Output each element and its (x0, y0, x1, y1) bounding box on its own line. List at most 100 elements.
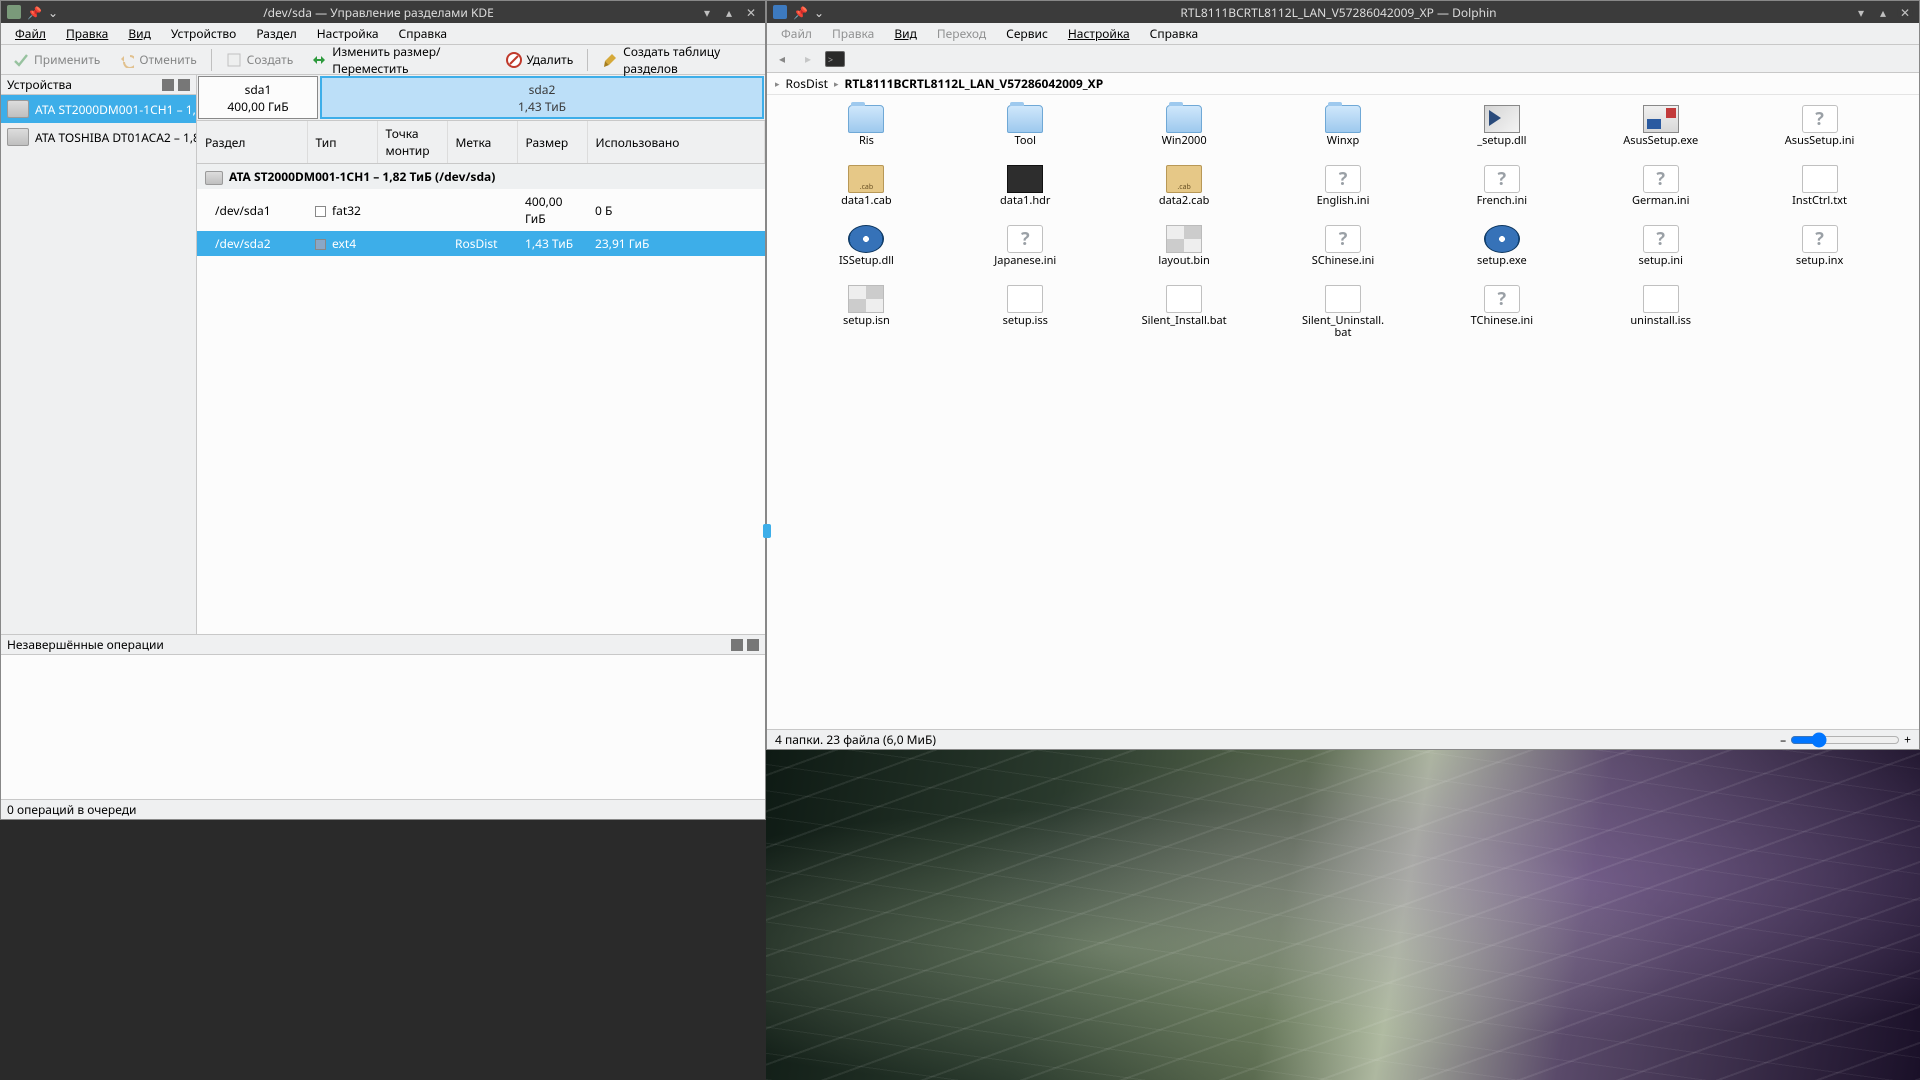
file-item[interactable]: Winxp (1264, 103, 1423, 163)
shade-icon[interactable]: ⌄ (48, 4, 58, 21)
file-item[interactable]: English.ini (1264, 163, 1423, 223)
titlebar[interactable]: 📌 ⌄ RTL8111BCRTL8112L_LAN_V57286042009_X… (767, 1, 1919, 23)
file-label: SChinese.ini (1312, 255, 1375, 267)
maximize-button[interactable]: ▴ (1875, 4, 1891, 20)
close-panel-icon[interactable] (178, 79, 190, 91)
breadcrumb[interactable]: ▸ RosDist ▸ RTL8111BCRTL8112L_LAN_V57286… (767, 73, 1919, 95)
file-item[interactable]: French.ini (1422, 163, 1581, 223)
delete-button[interactable]: Удалить (498, 48, 582, 71)
pin-icon[interactable]: 📌 (793, 4, 808, 21)
menu-edit[interactable]: Правка (822, 22, 884, 45)
partition-map-sda2[interactable]: sda2 1,43 ТиБ (320, 76, 764, 119)
window-title: RTL8111BCRTL8112L_LAN_V57286042009_XP — … (830, 4, 1847, 21)
create-table-button[interactable]: Создать таблицу разделов (594, 40, 761, 80)
file-item[interactable]: Tool (946, 103, 1105, 163)
file-label: English.ini (1317, 195, 1370, 207)
zoom-slider[interactable]: – + (1780, 731, 1911, 748)
col-mount[interactable]: Точка монтир (377, 121, 447, 164)
file-icon-view[interactable]: Ris Tool Win2000 Winxp _setup.dllAsusSetup.e… (767, 95, 1919, 729)
menu-view[interactable]: Вид (118, 22, 161, 45)
forward-button[interactable]: ▸ (799, 50, 817, 68)
float-panel-icon[interactable] (731, 639, 743, 651)
pending-header: Незавершённые операции (7, 636, 164, 653)
close-button[interactable]: ✕ (1897, 4, 1913, 20)
col-partition[interactable]: Раздел (197, 121, 307, 164)
breadcrumb-item[interactable]: RosDist (786, 75, 828, 92)
file-item[interactable]: data1.cab (787, 163, 946, 223)
partition-map-sda1[interactable]: sda1 400,00 ГиБ (198, 76, 318, 119)
close-panel-icon[interactable] (747, 639, 759, 651)
file-item[interactable]: ISSetup.dll (787, 223, 946, 283)
breadcrumb-item-current[interactable]: RTL8111BCRTL8112L_LAN_V57286042009_XP (844, 75, 1103, 92)
exe-a-icon (1484, 105, 1520, 133)
file-item[interactable]: German.ini (1581, 163, 1740, 223)
file-item[interactable]: Win2000 (1105, 103, 1264, 163)
file-item[interactable]: Japanese.ini (946, 223, 1105, 283)
pin-icon[interactable]: 📌 (27, 4, 42, 21)
splitter-handle[interactable] (763, 524, 771, 538)
maximize-button[interactable]: ▴ (721, 4, 737, 20)
file-label: TChinese.ini (1471, 315, 1533, 327)
col-label[interactable]: Метка (447, 121, 517, 164)
file-item[interactable]: data2.cab (1105, 163, 1264, 223)
partition-row[interactable]: /dev/sda1fat32400,00 ГиБ0 Б (197, 189, 765, 231)
minimize-button[interactable]: ▾ (699, 4, 715, 20)
col-used[interactable]: Использовано (587, 121, 765, 164)
file-item[interactable]: layout.bin (1105, 223, 1264, 283)
file-item[interactable]: uninstall.iss (1581, 283, 1740, 343)
zoom-in-icon[interactable]: + (1904, 731, 1911, 748)
devices-list: ATA ST2000DM001-1CH1 – 1,82 Ти… ATA TOSHI… (1, 95, 196, 634)
shade-icon[interactable]: ⌄ (814, 4, 824, 21)
resize-button[interactable]: Изменить размер/Переместить (303, 40, 495, 80)
terminal-button[interactable] (825, 51, 845, 67)
partition-row[interactable]: /dev/sda2ext4RosDist1,43 ТиБ23,91 ГиБ (197, 231, 765, 256)
device-item[interactable]: ATA ST2000DM001-1CH1 – 1,82 Ти… (1, 95, 196, 123)
minimize-button[interactable]: ▾ (1853, 4, 1869, 20)
menu-file[interactable]: Файл (5, 22, 56, 45)
titlebar[interactable]: 📌 ⌄ /dev/sda — Управление разделами KDE … (1, 1, 765, 23)
col-size[interactable]: Размер (517, 121, 587, 164)
disk-row[interactable]: ATA ST2000DM001-1CH1 – 1,82 ТиБ (/dev/sd… (197, 164, 765, 190)
col-type[interactable]: Тип (307, 121, 377, 164)
menu-device[interactable]: Устройство (161, 22, 246, 45)
zoom-range[interactable] (1790, 732, 1900, 748)
file-item[interactable]: setup.iss (946, 283, 1105, 343)
float-panel-icon[interactable] (162, 79, 174, 91)
device-label: ATA TOSHIBA DT01ACA2 – 1,82 Ти… (35, 129, 196, 146)
zoom-out-icon[interactable]: – (1780, 731, 1786, 748)
folder-icon (1166, 105, 1202, 133)
file-item[interactable]: SChinese.ini (1264, 223, 1423, 283)
back-button[interactable]: ◂ (773, 50, 791, 68)
menu-tools[interactable]: Сервис (996, 22, 1058, 45)
file-item[interactable]: setup.inx (1740, 223, 1899, 283)
menu-settings[interactable]: Настройка (1058, 22, 1140, 45)
file-item[interactable]: InstCtrl.txt (1740, 163, 1899, 223)
file-item[interactable]: setup.isn (787, 283, 946, 343)
file-label: data2.cab (1159, 195, 1210, 207)
close-button[interactable]: ✕ (743, 4, 759, 20)
file-item[interactable]: Ris (787, 103, 946, 163)
menu-partition[interactable]: Раздел (246, 22, 306, 45)
menu-edit[interactable]: Правка (56, 22, 118, 45)
menu-go[interactable]: Переход (927, 22, 996, 45)
file-label: Winxp (1327, 135, 1359, 147)
file-item[interactable]: AsusSetup.ini (1740, 103, 1899, 163)
file-item[interactable]: setup.exe (1422, 223, 1581, 283)
file-item[interactable]: TChinese.ini (1422, 283, 1581, 343)
file-item[interactable]: data1.hdr (946, 163, 1105, 223)
file-item[interactable]: Silent_Uninstall.bat (1264, 283, 1423, 343)
menu-help[interactable]: Справка (1140, 22, 1209, 45)
menu-view[interactable]: Вид (884, 22, 927, 45)
app-icon (773, 5, 787, 19)
window-title: /dev/sda — Управление разделами KDE (64, 4, 693, 21)
file-item[interactable]: Silent_Install.bat (1105, 283, 1264, 343)
breadcrumb-root-icon[interactable]: ▸ (775, 77, 780, 90)
file-label: Tool (1015, 135, 1037, 147)
menu-file[interactable]: Файл (771, 22, 822, 45)
file-item[interactable]: setup.ini (1581, 223, 1740, 283)
file-item[interactable]: _setup.dll (1422, 103, 1581, 163)
file-item[interactable]: AsusSetup.exe (1581, 103, 1740, 163)
device-item[interactable]: ATA TOSHIBA DT01ACA2 – 1,82 Ти… (1, 123, 196, 151)
file-label: Silent_Install.bat (1142, 315, 1227, 327)
unk-icon (1484, 165, 1520, 193)
